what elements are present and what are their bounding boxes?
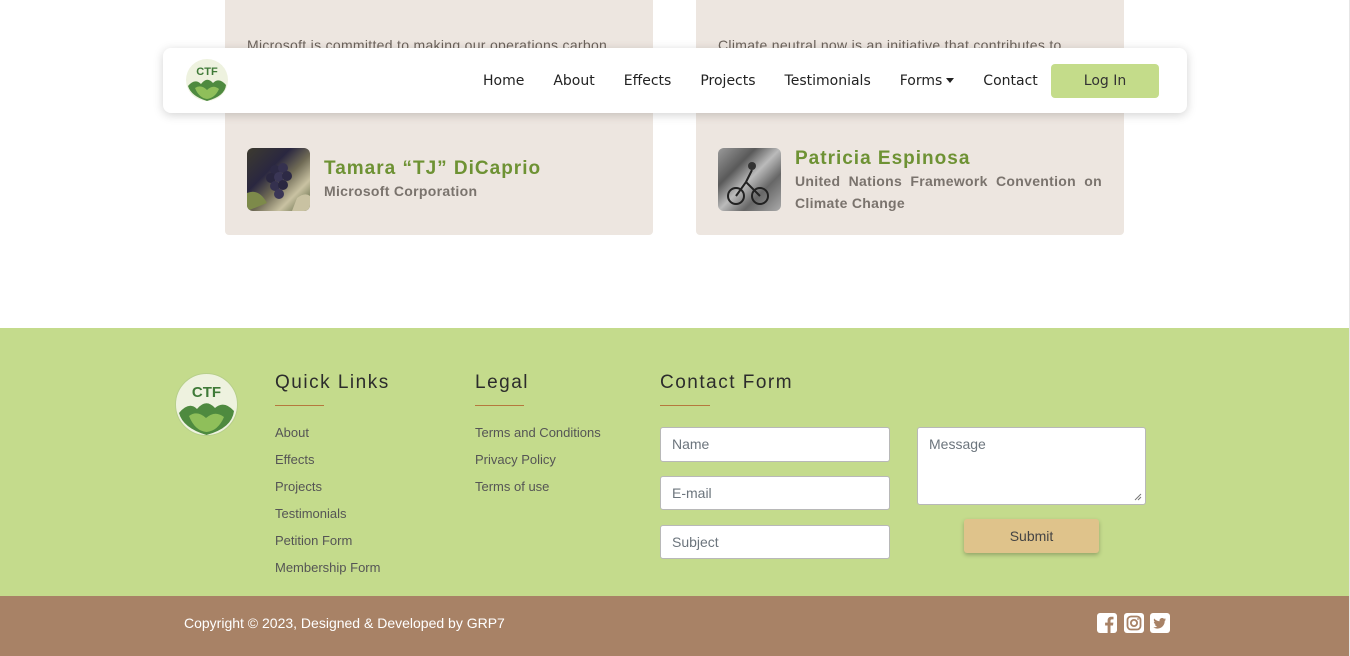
contact-form-title: Contact Form	[660, 372, 794, 393]
testimonial-card: Microsoft is committed to making our ope…	[225, 0, 653, 235]
testimonial-card: Climate neutral now is an initiative tha…	[696, 0, 1124, 235]
footer-link-membership-form[interactable]: Membership Form	[275, 561, 380, 588]
copyright-text: Copyright © 2023, Designed & Developed b…	[184, 615, 505, 631]
testimonial-name: Patricia Espinosa	[795, 148, 971, 169]
copyright-bar: Copyright © 2023, Designed & Developed b…	[0, 596, 1349, 656]
message-placeholder: Message	[929, 436, 986, 452]
logo-emblem: CTF	[186, 59, 228, 101]
footer-link-testimonials[interactable]: Testimonials	[275, 507, 380, 534]
cyclists-photo	[718, 148, 781, 211]
ctf-logo[interactable]: CTF	[185, 58, 229, 102]
svg-text:CTF: CTF	[192, 384, 221, 401]
nav-about[interactable]: About	[553, 73, 594, 89]
caret-down-icon	[946, 78, 955, 83]
quick-links-title: Quick Links	[275, 372, 390, 393]
login-button[interactable]: Log In	[1051, 64, 1159, 98]
message-textarea[interactable]: Message	[917, 427, 1146, 505]
title-underline	[275, 405, 324, 406]
name-input[interactable]: Name	[660, 427, 890, 462]
footer-link-terms-of-use[interactable]: Terms of use	[475, 480, 601, 507]
navbar: CTF Home About Effects Projects Testimon…	[163, 48, 1187, 113]
nav-links: Home About Effects Projects Testimonials…	[483, 48, 1067, 113]
nav-home[interactable]: Home	[483, 73, 524, 89]
footer-link-petition-form[interactable]: Petition Form	[275, 534, 380, 561]
nav-projects[interactable]: Projects	[700, 73, 755, 89]
nav-effects[interactable]: Effects	[624, 73, 672, 89]
resize-grip-icon[interactable]	[1134, 493, 1142, 501]
footer-link-privacy-policy[interactable]: Privacy Policy	[475, 453, 601, 480]
twitter-icon[interactable]	[1150, 613, 1170, 633]
testimonial-avatar	[718, 148, 781, 211]
legal-title: Legal	[475, 372, 529, 393]
nav-forms-dropdown[interactable]: Forms	[900, 73, 955, 89]
footer-link-about[interactable]: About	[275, 426, 380, 453]
footer-link-projects[interactable]: Projects	[275, 480, 380, 507]
submit-button[interactable]: Submit	[964, 519, 1099, 553]
testimonial-avatar	[247, 148, 310, 211]
quick-links-list: About Effects Projects Testimonials Peti…	[275, 426, 380, 588]
footer: CTF Quick Links About Effects Projects T…	[0, 328, 1349, 596]
email-input[interactable]: E-mail	[660, 476, 890, 510]
footer-logo[interactable]: CTF	[175, 373, 238, 436]
testimonial-name: Tamara “TJ” DiCaprio	[324, 158, 542, 179]
footer-link-effects[interactable]: Effects	[275, 453, 380, 480]
nav-contact[interactable]: Contact	[983, 73, 1037, 89]
testimonial-org: United Nations Framework Convention on C…	[795, 173, 1102, 211]
svg-text:CTF: CTF	[196, 66, 218, 78]
title-underline	[660, 405, 710, 406]
footer-link-terms-conditions[interactable]: Terms and Conditions	[475, 426, 601, 453]
nav-forms-label: Forms	[899, 72, 943, 89]
grapes-photo	[247, 163, 310, 211]
legal-links-list: Terms and Conditions Privacy Policy Term…	[475, 426, 601, 507]
nav-testimonials[interactable]: Testimonials	[785, 73, 871, 89]
title-underline	[475, 405, 524, 406]
testimonial-org: Microsoft Corporation	[324, 183, 478, 199]
facebook-icon[interactable]	[1097, 613, 1117, 633]
subject-input[interactable]: Subject	[660, 525, 890, 559]
instagram-icon[interactable]	[1124, 613, 1144, 633]
logo-emblem: CTF	[175, 373, 238, 436]
